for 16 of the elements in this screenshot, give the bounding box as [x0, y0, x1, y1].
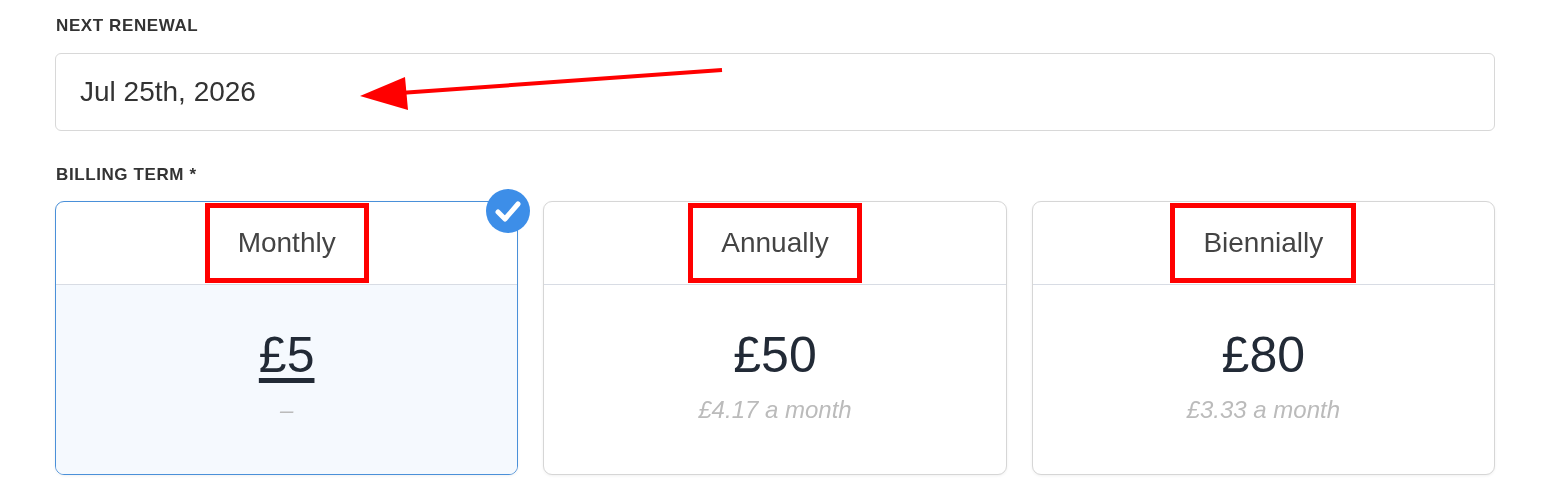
check-icon: [486, 189, 531, 233]
plan-card[interactable]: Annually £50 £4.17 a month: [543, 201, 1007, 475]
plan-note: –: [280, 395, 294, 424]
date-field[interactable]: Jul 25th, 2026: [55, 53, 1495, 131]
plan-price: £5: [258, 325, 315, 384]
field-label: BILLING TERM *: [56, 165, 197, 185]
plan-note: £4.17 a month: [698, 395, 852, 424]
plan-card[interactable]: Biennially £80 £3.33 a month: [1031, 201, 1495, 475]
plan-name: Biennially: [1170, 203, 1357, 283]
plan-price: £80: [1221, 325, 1306, 384]
plan-note: £3.33 a month: [1186, 395, 1341, 424]
field-label: NEXT RENEWAL: [56, 16, 199, 36]
plan-name: Monthly: [204, 203, 369, 283]
plan-name: Annually: [688, 203, 862, 283]
plan-price: £50: [733, 325, 817, 384]
plan-card[interactable]: Monthly £5 –: [55, 201, 519, 475]
